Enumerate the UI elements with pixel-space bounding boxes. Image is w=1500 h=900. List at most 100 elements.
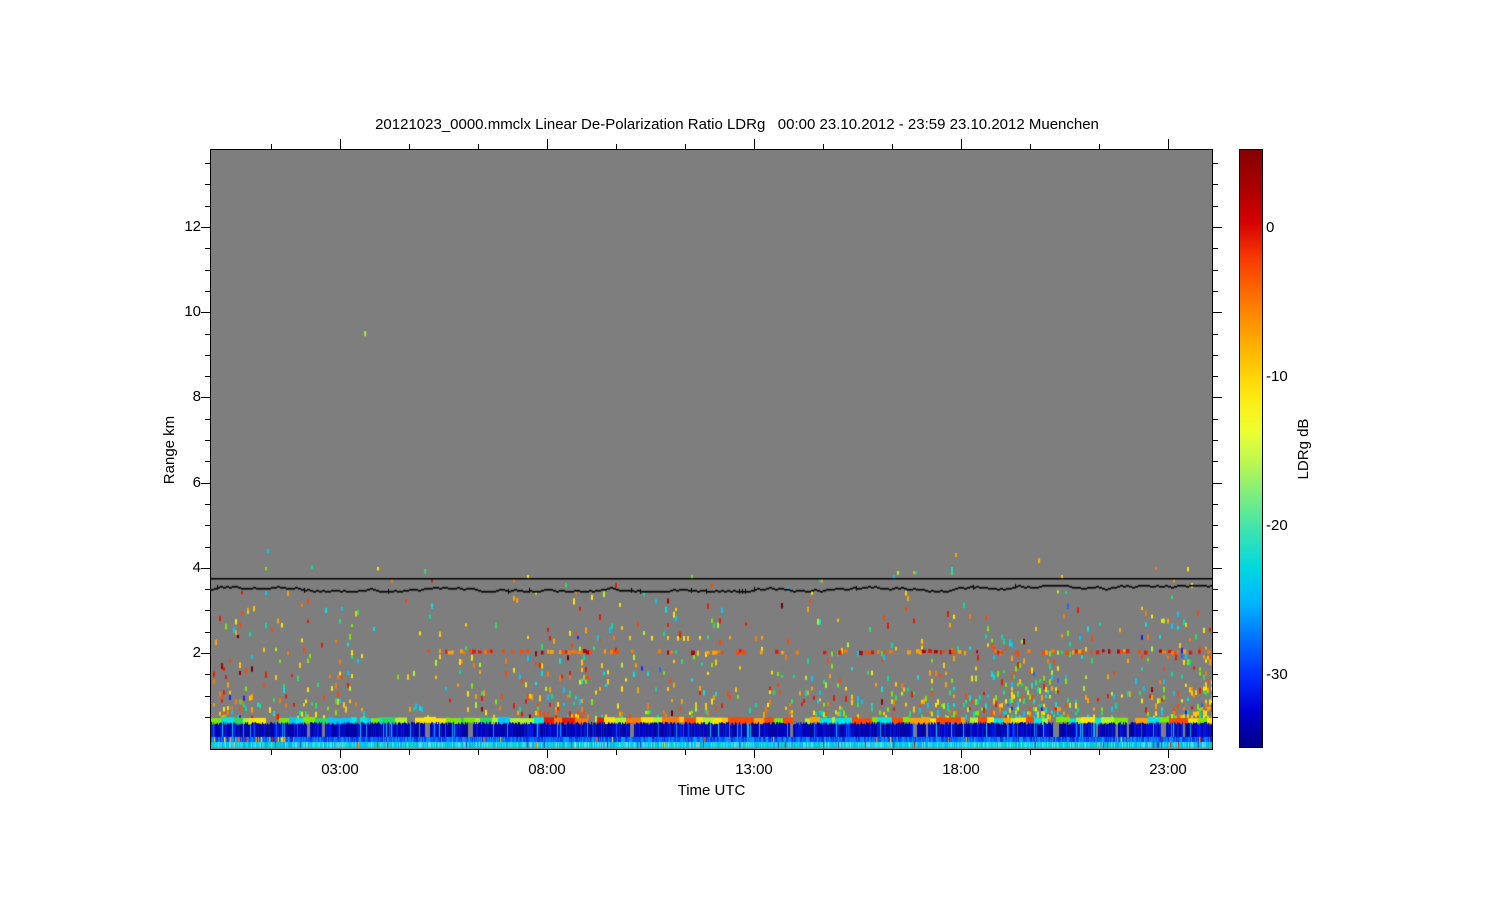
y-major-tick: [201, 227, 210, 228]
x-tick-label: 08:00: [528, 761, 566, 778]
y-minor-tick: [205, 504, 210, 505]
y-major-tick-right: [1213, 397, 1222, 398]
x-major-tick: [340, 750, 341, 758]
x-major-tick-top: [547, 139, 548, 149]
x-minor-tick-top: [1030, 144, 1031, 149]
x-major-tick-top: [340, 139, 341, 149]
y-major-tick-right: [1213, 227, 1222, 228]
x-minor-tick-top: [616, 144, 617, 149]
y-minor-tick: [205, 163, 210, 164]
y-major-tick-right: [1213, 312, 1222, 313]
y-minor-tick: [205, 610, 210, 611]
y-major-tick: [201, 397, 210, 398]
y-minor-tick: [205, 291, 210, 292]
x-major-tick-top: [961, 139, 962, 149]
y-minor-tick-right: [1213, 206, 1218, 207]
y-minor-tick-right: [1213, 291, 1218, 292]
x-minor-tick: [271, 750, 272, 755]
x-tick-label: 03:00: [321, 761, 359, 778]
x-minor-tick: [685, 750, 686, 755]
y-minor-tick: [205, 355, 210, 356]
colorbar-tick-label: -30: [1266, 666, 1288, 683]
x-minor-tick: [1099, 750, 1100, 755]
y-minor-tick: [205, 376, 210, 377]
y-minor-tick: [205, 270, 210, 271]
y-axis-title: Range km: [161, 415, 178, 484]
x-major-tick-top: [1168, 139, 1169, 149]
y-minor-tick-right: [1213, 419, 1218, 420]
y-tick-label: 10: [184, 303, 201, 320]
y-minor-tick-right: [1213, 248, 1218, 249]
y-minor-tick-right: [1213, 632, 1218, 633]
y-minor-tick-right: [1213, 334, 1218, 335]
x-minor-tick: [892, 750, 893, 755]
x-minor-tick: [409, 750, 410, 755]
y-tick-label: 12: [184, 218, 201, 235]
y-minor-tick: [205, 696, 210, 697]
x-tick-label: 23:00: [1149, 761, 1187, 778]
y-minor-tick-right: [1213, 376, 1218, 377]
y-minor-tick: [205, 419, 210, 420]
y-major-tick-right: [1213, 483, 1222, 484]
y-minor-tick-right: [1213, 674, 1218, 675]
colorbar-title: LDRg dB: [1295, 418, 1312, 479]
x-minor-tick-top: [1099, 144, 1100, 149]
x-minor-tick-top: [823, 144, 824, 149]
colorbar: [1239, 149, 1263, 748]
y-minor-tick: [205, 461, 210, 462]
x-minor-tick: [823, 750, 824, 755]
y-major-tick-right: [1213, 653, 1222, 654]
y-minor-tick: [205, 674, 210, 675]
x-minor-tick-top: [409, 144, 410, 149]
y-minor-tick: [205, 440, 210, 441]
y-minor-tick: [205, 717, 210, 718]
chart-title: 20121023_0000.mmclx Linear De-Polarizati…: [375, 116, 1099, 133]
x-axis-title: Time UTC: [677, 782, 746, 799]
x-minor-tick-top: [685, 144, 686, 149]
y-major-tick: [201, 568, 210, 569]
colorbar-tick-label: -20: [1266, 517, 1288, 534]
y-minor-tick-right: [1213, 184, 1218, 185]
x-tick-label: 13:00: [735, 761, 773, 778]
x-major-tick: [961, 750, 962, 758]
y-minor-tick: [205, 632, 210, 633]
y-tick-label: 4: [192, 559, 201, 576]
y-minor-tick: [205, 248, 210, 249]
y-major-tick: [201, 483, 210, 484]
y-minor-tick: [205, 547, 210, 548]
y-minor-tick-right: [1213, 355, 1218, 356]
y-tick-label: 2: [192, 644, 201, 661]
y-minor-tick-right: [1213, 163, 1218, 164]
y-minor-tick: [205, 525, 210, 526]
x-major-tick: [1168, 750, 1169, 758]
y-minor-tick-right: [1213, 440, 1218, 441]
y-minor-tick-right: [1213, 589, 1218, 590]
x-major-tick: [547, 750, 548, 758]
y-minor-tick: [205, 334, 210, 335]
y-minor-tick-right: [1213, 461, 1218, 462]
y-minor-tick-right: [1213, 525, 1218, 526]
x-minor-tick: [616, 750, 617, 755]
x-major-tick: [754, 750, 755, 758]
y-minor-tick: [205, 184, 210, 185]
y-minor-tick-right: [1213, 547, 1218, 548]
y-minor-tick-right: [1213, 610, 1218, 611]
ldr-quicklook-figure: 20121023_0000.mmclx Linear De-Polarizati…: [0, 0, 1500, 900]
x-minor-tick-top: [478, 144, 479, 149]
y-major-tick-right: [1213, 568, 1222, 569]
heatmap-canvas: [211, 150, 1212, 749]
x-major-tick-top: [754, 139, 755, 149]
colorbar-tick-label: 0: [1266, 219, 1275, 236]
y-minor-tick-right: [1213, 504, 1218, 505]
y-minor-tick: [205, 589, 210, 590]
y-minor-tick-right: [1213, 717, 1218, 718]
y-major-tick: [201, 653, 210, 654]
x-minor-tick: [478, 750, 479, 755]
y-minor-tick-right: [1213, 696, 1218, 697]
x-tick-label: 18:00: [942, 761, 980, 778]
y-major-tick: [201, 312, 210, 313]
x-minor-tick-top: [892, 144, 893, 149]
x-minor-tick: [1030, 750, 1031, 755]
y-minor-tick: [205, 206, 210, 207]
y-minor-tick-right: [1213, 270, 1218, 271]
